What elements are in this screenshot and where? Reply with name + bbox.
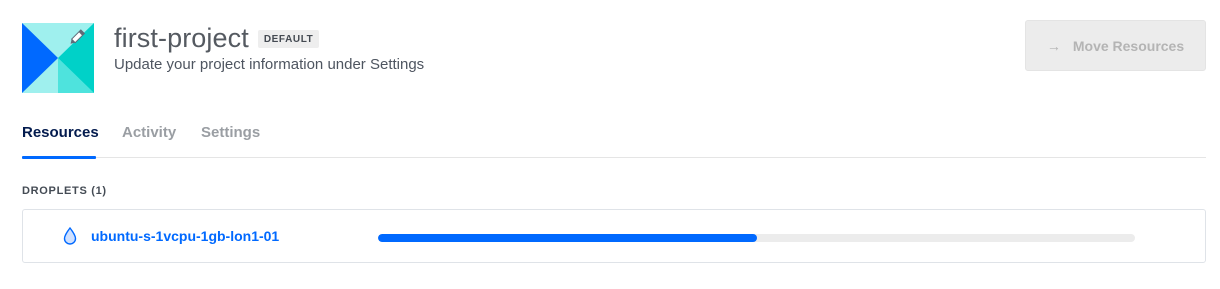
droplet-progress-fill	[378, 234, 757, 242]
move-resources-label: Move Resources	[1072, 37, 1185, 54]
project-subtitle: Update your project information under Se…	[114, 56, 425, 73]
droplet-row: ubuntu-s-1vcpu-1gb-lon1-01	[22, 209, 1206, 263]
tab-activity[interactable]: Activity	[122, 122, 176, 158]
title-row: first-project DEFAULT	[114, 20, 424, 56]
tab-resources[interactable]: Resources	[22, 122, 99, 159]
project-logo-icon	[22, 23, 94, 93]
tab-settings[interactable]: Settings	[201, 122, 260, 158]
droplet-icon	[63, 226, 77, 245]
project-title: first-project	[114, 23, 249, 53]
project-header: first-project DEFAULT Update your projec…	[22, 20, 1206, 94]
title-block: first-project DEFAULT Update your projec…	[114, 20, 424, 74]
move-resources-button[interactable]: → Move Resources	[1025, 20, 1206, 71]
project-tabs: Resources Activity Settings	[22, 122, 1206, 159]
project-page: first-project DEFAULT Update your projec…	[0, 0, 1220, 289]
arrow-right-icon: →	[1046, 37, 1061, 54]
default-badge: DEFAULT	[257, 30, 320, 48]
droplet-progress-bar	[378, 234, 1135, 242]
project-logo	[22, 23, 94, 93]
droplets-heading: DROPLETS (1)	[22, 185, 107, 197]
droplet-name-link[interactable]: ubuntu-s-1vcpu-1gb-lon1-01	[91, 228, 279, 245]
